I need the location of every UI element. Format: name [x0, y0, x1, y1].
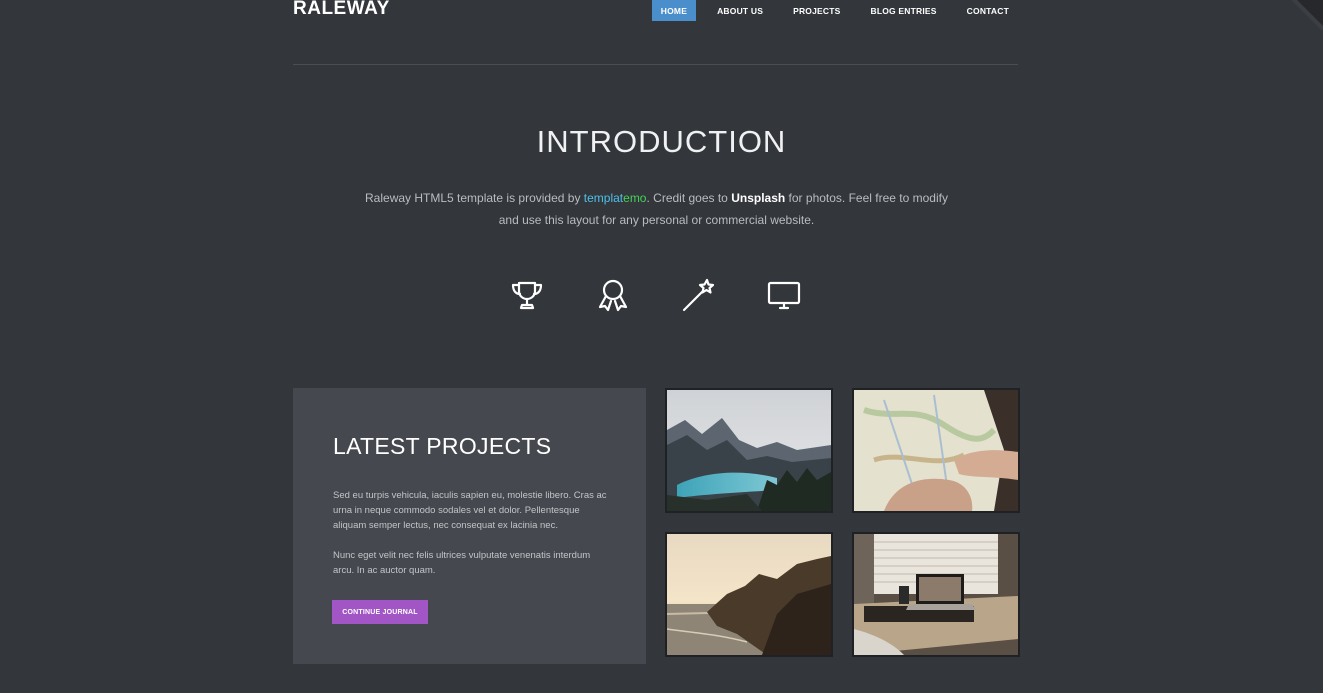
page-corner-fold	[1289, 0, 1323, 30]
nav-about-us[interactable]: ABOUT US	[708, 0, 772, 21]
thumbnail-mountain-lake[interactable]	[665, 388, 833, 513]
site-header: RALEWAY HOME ABOUT US PROJECTS BLOG ENTR…	[293, 0, 1018, 65]
projects-paragraph-2: Nunc eget velit nec felis ultrices vulpu…	[333, 550, 591, 576]
projects-paragraph-1: Sed eu turpis vehicula, iaculis sapien e…	[333, 490, 607, 531]
main-nav: HOME ABOUT US PROJECTS BLOG ENTRIES CONT…	[640, 0, 1018, 21]
feature-icons	[0, 277, 1323, 313]
templatemo-link-part-2[interactable]: emo	[623, 191, 646, 205]
latest-projects-panel: LATEST PROJECTS Sed eu turpis vehicula, …	[293, 388, 646, 664]
award-ribbon-icon	[595, 277, 631, 313]
thumbnail-map-in-hands[interactable]	[852, 388, 1020, 513]
monitor-icon	[766, 277, 802, 313]
nav-projects[interactable]: PROJECTS	[784, 0, 849, 21]
site-logo[interactable]: RALEWAY	[293, 0, 390, 20]
trophy-icon	[509, 277, 545, 313]
unsplash-link[interactable]: Unsplash	[731, 191, 785, 205]
magic-wand-icon	[681, 277, 717, 313]
templatemo-link[interactable]: templatemo	[584, 191, 647, 205]
thumbnail-coastal-cliff[interactable]	[665, 532, 833, 657]
nav-contact[interactable]: CONTACT	[958, 0, 1018, 21]
intro-text-part-1: Raleway HTML5 template is provided by	[365, 191, 584, 205]
nav-blog-entries[interactable]: BLOG ENTRIES	[862, 0, 946, 21]
nav-home[interactable]: HOME	[651, 0, 697, 21]
thumbnail-laptop-desk[interactable]	[852, 532, 1020, 657]
latest-projects-title: LATEST PROJECTS	[333, 433, 552, 459]
continue-journal-button[interactable]: CONTINUE JOURNAL	[332, 600, 428, 624]
intro-text: Raleway HTML5 template is provided by te…	[355, 187, 958, 231]
templatemo-link-part-1[interactable]: templat	[584, 191, 623, 205]
intro-text-part-2: . Credit goes to	[646, 191, 732, 205]
intro-title: INTRODUCTION	[536, 124, 787, 159]
